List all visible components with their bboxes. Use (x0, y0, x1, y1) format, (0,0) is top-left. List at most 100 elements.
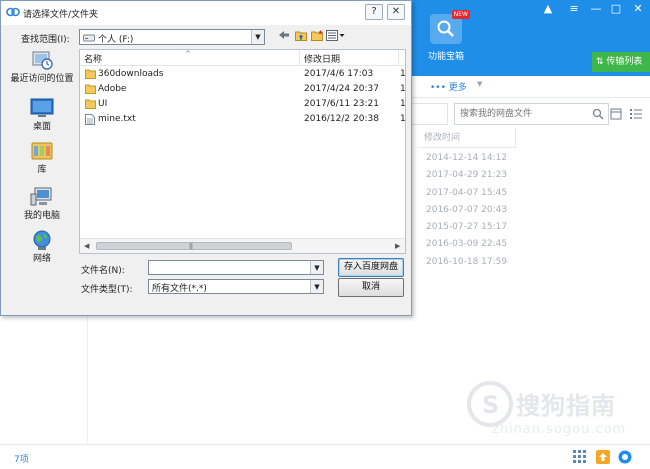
svg-text:S: S (482, 391, 499, 419)
scroll-left-icon[interactable]: ◀ (84, 242, 89, 250)
file-extra: 1 (400, 114, 406, 124)
chevron-down-icon[interactable]: ▼ (310, 280, 323, 293)
transfer-list-label: 传输列表 (606, 57, 643, 67)
file-name: UI (98, 99, 108, 109)
look-in-combo[interactable]: 个人 (F:) ▼ (79, 29, 265, 45)
transfer-icon: ⇅ (596, 57, 607, 67)
place-recent[interactable]: 最近访问的位置 (6, 49, 78, 84)
select-file-dialog: 请选择文件/文件夹 ? ✕ 查找范围(I): 个人 (F:) ▼ 最近访问的位置… (0, 0, 412, 316)
place-label: 最近访问的位置 (10, 74, 74, 84)
file-date: 2016/12/2 20:38 (304, 114, 379, 124)
save-to-baidu-button[interactable]: 存入百度网盘 (338, 258, 404, 277)
grid-apps-icon[interactable] (573, 450, 586, 463)
scrollbar-grip-icon: ||| (189, 243, 193, 250)
transfer-list-tab[interactable]: ⇅ 传输列表 (592, 52, 650, 72)
magnifier-icon (437, 20, 454, 37)
place-network[interactable]: 网络 (6, 229, 78, 264)
watermark-url: zhinan.sogou.com (492, 422, 627, 437)
new-folder-icon[interactable] (311, 30, 323, 41)
file-name-combo[interactable]: ▼ (148, 260, 324, 275)
file-date: 2017/4/24 20:37 (304, 84, 379, 94)
sogou-logo-icon: S (467, 381, 513, 427)
window-close-button[interactable]: ✕ (630, 2, 646, 16)
file-row[interactable]: UI 2017/6/11 23:21 1 (80, 97, 406, 112)
recent-places-icon (32, 51, 53, 70)
feature-box-label: 功能宝箱 (427, 52, 464, 62)
help-button[interactable]: ? (365, 4, 383, 20)
chevron-down-icon[interactable]: ▼ (310, 261, 323, 274)
place-label: 我的电脑 (23, 211, 60, 221)
folder-icon (85, 84, 96, 94)
search-box[interactable] (454, 103, 609, 125)
new-badge: NEW (451, 10, 470, 19)
place-label: 桌面 (32, 122, 51, 132)
list-item-date: 2016-03-09 22:45 (426, 239, 508, 250)
file-list[interactable]: 名称 ^ 修改日期 360downloads 2017/4/6 17:03 1 … (79, 49, 406, 254)
text-file-icon (85, 114, 95, 125)
column-divider[interactable] (299, 50, 300, 66)
file-row[interactable]: Adobe 2017/4/24 20:37 1 (80, 82, 405, 97)
list-item-date: 2016-07-07 20:43 (426, 204, 508, 215)
sogou-watermark: S 搜狗指南 zhinan.sogou.com (462, 380, 642, 440)
file-row[interactable]: mine.txt 2016/12/2 20:38 1 (80, 112, 406, 127)
file-name: Adobe (98, 84, 127, 94)
dialog-titlebar[interactable]: 请选择文件/文件夹 ? ✕ (1, 1, 411, 25)
horizontal-scrollbar[interactable]: ◀ ||| ▶ (80, 238, 405, 253)
file-type-select[interactable]: 所有文件(*.*) ▼ (148, 279, 324, 294)
list-view-icon[interactable] (630, 108, 642, 120)
network-globe-icon (33, 230, 51, 250)
list-item-date: 2016-10-18 17:59 (426, 256, 508, 267)
place-label: 库 (37, 165, 47, 175)
dialog-close-button[interactable]: ✕ (387, 4, 405, 20)
file-date: 2017/4/6 17:03 (304, 69, 374, 79)
cancel-button[interactable]: 取消 (338, 278, 404, 297)
file-name-input[interactable] (149, 261, 309, 274)
menu-icon[interactable]: ≡ (566, 2, 582, 16)
window-minimize-button[interactable]: — (588, 2, 604, 16)
place-label: 网络 (32, 254, 51, 264)
file-name: mine.txt (98, 114, 136, 124)
file-extra: 1 (400, 99, 406, 109)
desktop-icon (30, 98, 54, 117)
modified-time-column-header[interactable]: 修改时间 (418, 128, 516, 148)
thumbnail-view-icon[interactable] (610, 108, 622, 120)
feature-box-button[interactable]: NEW 功能宝箱 (420, 10, 472, 68)
name-column-header[interactable]: 名称 (84, 52, 102, 65)
window-maximize-button[interactable]: □ (608, 2, 624, 16)
look-in-value: 个人 (F:) (98, 35, 134, 45)
file-name: 360downloads (98, 69, 164, 79)
file-type-label: 文件类型(T): (81, 285, 133, 295)
search-row (412, 103, 650, 127)
account-icon[interactable] (618, 450, 632, 464)
scroll-right-icon[interactable]: ▶ (395, 242, 400, 250)
search-input[interactable] (455, 104, 583, 124)
place-desktop[interactable]: 桌面 (6, 97, 78, 132)
folder-icon (85, 99, 96, 109)
more-button[interactable]: ••• 更多 (430, 80, 467, 93)
back-arrow-icon[interactable] (278, 30, 290, 40)
notification-bell-icon[interactable]: ▲ (540, 2, 556, 16)
file-row[interactable]: 360downloads 2017/4/6 17:03 1 (80, 67, 406, 82)
computer-icon (30, 187, 52, 206)
column-divider[interactable] (398, 50, 399, 66)
more-dropdown-icon[interactable]: ▼ (477, 80, 482, 88)
modified-date-list: 2014-12-14 14:12 2017-04-29 21:23 2017-0… (426, 150, 507, 271)
file-date: 2017/6/11 23:21 (304, 99, 379, 109)
file-extra: 1 (400, 69, 406, 79)
drive-icon (83, 34, 95, 42)
place-libraries[interactable]: 库 (6, 140, 78, 175)
list-item-date: 2014-12-14 14:12 (426, 153, 508, 163)
list-item-date: 2015-07-27 15:17 (426, 222, 508, 233)
upload-icon[interactable] (596, 450, 610, 464)
baidu-cloud-icon (6, 7, 20, 17)
sort-ascending-icon: ^ (185, 50, 191, 58)
sidebar-strip (0, 316, 88, 444)
place-computer[interactable]: 我的电脑 (6, 186, 78, 221)
modified-column-header[interactable]: 修改日期 (304, 52, 340, 65)
up-folder-icon[interactable] (295, 30, 307, 41)
chevron-down-icon[interactable]: ▼ (251, 30, 264, 44)
scrollbar-thumb[interactable]: ||| (96, 242, 292, 250)
libraries-icon (31, 142, 53, 160)
view-menu-icon[interactable] (326, 30, 346, 41)
search-icon[interactable] (592, 108, 604, 120)
